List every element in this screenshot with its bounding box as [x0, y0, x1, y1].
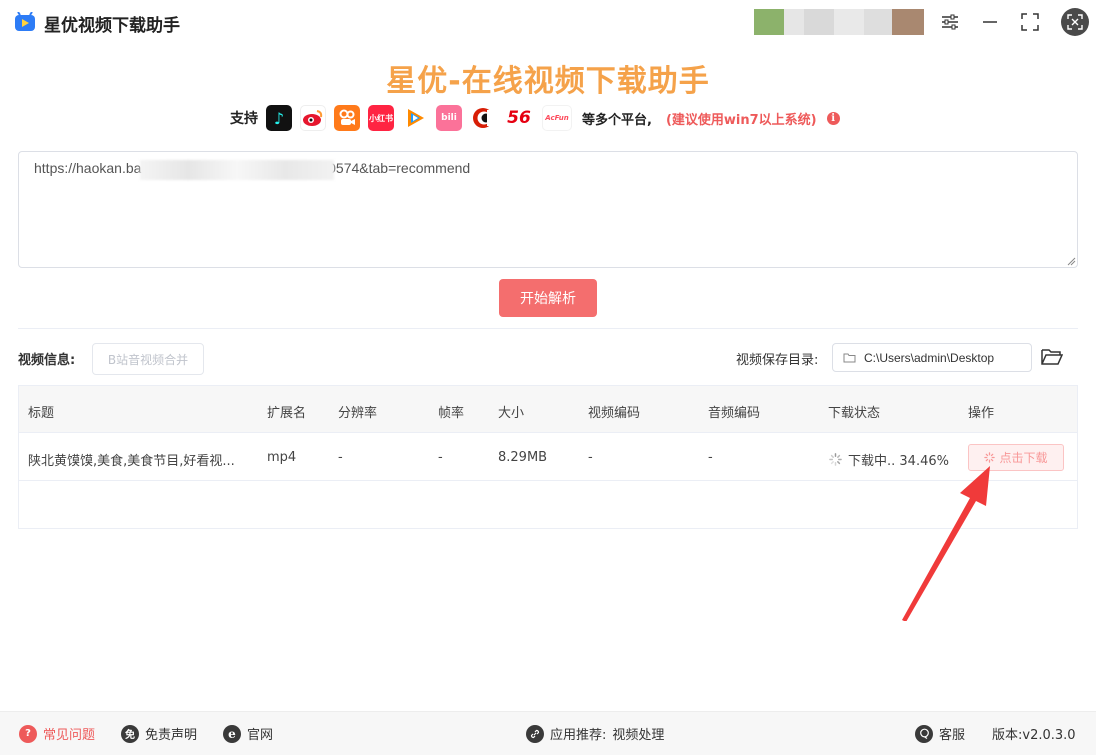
- download-button-label: 点击下载: [999, 451, 1048, 465]
- app-recommend[interactable]: 应用推荐: 视频处理: [526, 724, 664, 743]
- title-bar: 星优视频下载助手: [0, 0, 1096, 44]
- folder-icon: [843, 353, 856, 363]
- website-link[interactable]: e 官网: [223, 724, 273, 743]
- col-action: 操作: [968, 406, 995, 421]
- resize-handle-icon[interactable]: [1066, 256, 1076, 266]
- disclaimer-link[interactable]: 免 免责声明: [121, 724, 197, 743]
- start-parse-button[interactable]: 开始解析: [499, 279, 597, 317]
- chat-icon: [915, 724, 933, 743]
- maximize-icon[interactable]: [1016, 8, 1044, 36]
- video-info-label: 视频信息:: [18, 353, 76, 368]
- recommend-app-label: 视频处理: [612, 728, 665, 743]
- save-dir-field[interactable]: C:\Users\admin\Desktop: [832, 343, 1032, 372]
- section-divider: [18, 328, 1078, 329]
- cell-acodec: -: [708, 450, 713, 465]
- ie-icon: e: [223, 724, 241, 743]
- version-label: 版本:v2.0.3.0: [992, 728, 1076, 743]
- cctv-icon: [470, 105, 496, 131]
- settings-sliders-icon[interactable]: [936, 8, 964, 36]
- douyin-icon: ♪: [266, 105, 292, 131]
- 56-icon: 56: [504, 105, 534, 131]
- app-logo-icon: [15, 12, 35, 31]
- redacted-url-mask: [140, 160, 334, 180]
- faq-label: 常见问题: [43, 728, 96, 743]
- cell-ext: mp4: [267, 450, 297, 465]
- acfun-icon: AcFun: [542, 105, 572, 131]
- bilibili-merge-button[interactable]: B站音视频合并: [92, 343, 204, 375]
- app-title: 星优视频下载助手: [44, 16, 180, 36]
- footer-bar: ? 常见问题 免 免责声明 e 官网 应用推荐: 视频处理 客服 版本:v2.0…: [0, 711, 1096, 755]
- annotation-arrow: [902, 466, 990, 621]
- customer-service-link[interactable]: 客服: [915, 724, 965, 743]
- col-title: 标题: [28, 406, 55, 421]
- minimize-icon[interactable]: [976, 8, 1004, 36]
- user-avatar[interactable]: [754, 9, 924, 35]
- cell-title: 陕北黄馍馍,美食,美食节目,好看视...: [28, 454, 235, 469]
- cell-vcodec: -: [588, 450, 593, 465]
- close-icon[interactable]: [1061, 8, 1089, 36]
- kuaishou-icon: [334, 105, 360, 131]
- col-resolution: 分辨率: [338, 406, 378, 421]
- question-icon: ?: [19, 724, 37, 743]
- xiaohongshu-icon: 小红书: [368, 105, 394, 131]
- system-hint: (建议使用win7以上系统): [665, 112, 817, 128]
- col-size: 大小: [498, 406, 525, 421]
- recommend-label: 应用推荐:: [550, 728, 607, 743]
- link-icon: [526, 724, 544, 743]
- col-vcodec: 视频编码: [588, 406, 641, 421]
- faq-link[interactable]: ? 常见问题: [19, 724, 95, 743]
- bilibili-icon: bili: [436, 105, 462, 131]
- cell-fps: -: [438, 450, 443, 465]
- col-status: 下载状态: [828, 406, 881, 421]
- website-label: 官网: [247, 728, 274, 743]
- save-dir-path: C:\Users\admin\Desktop: [864, 350, 995, 365]
- support-label: 支持: [230, 111, 258, 127]
- col-acodec: 音频编码: [708, 406, 761, 421]
- col-ext: 扩展名: [267, 406, 307, 421]
- disclaimer-label: 免责声明: [145, 728, 198, 743]
- cell-resolution: -: [338, 450, 343, 465]
- open-folder-icon[interactable]: [1041, 347, 1063, 367]
- table-header: 标题 扩展名 分辨率 帧率 大小 视频编码 音频编码 下载状态 操作: [19, 386, 1077, 433]
- supported-platforms: 支持 ♪ 小红书 bili 56 AcFun 等多个平台, (建议使用win7以…: [230, 104, 840, 132]
- more-platforms-label: 等多个平台,: [582, 112, 652, 128]
- info-icon[interactable]: i: [826, 111, 840, 125]
- weibo-icon: [300, 105, 326, 131]
- page-headline: 星优-在线视频下载助手: [386, 64, 710, 99]
- tencent-video-icon: [402, 105, 428, 131]
- disclaimer-icon: 免: [121, 724, 139, 743]
- loading-spinner-icon: [829, 453, 842, 466]
- cell-size: 8.29MB: [498, 450, 548, 465]
- save-dir-label: 视频保存目录:: [736, 353, 819, 368]
- service-label: 客服: [939, 728, 966, 743]
- col-fps: 帧率: [438, 406, 465, 421]
